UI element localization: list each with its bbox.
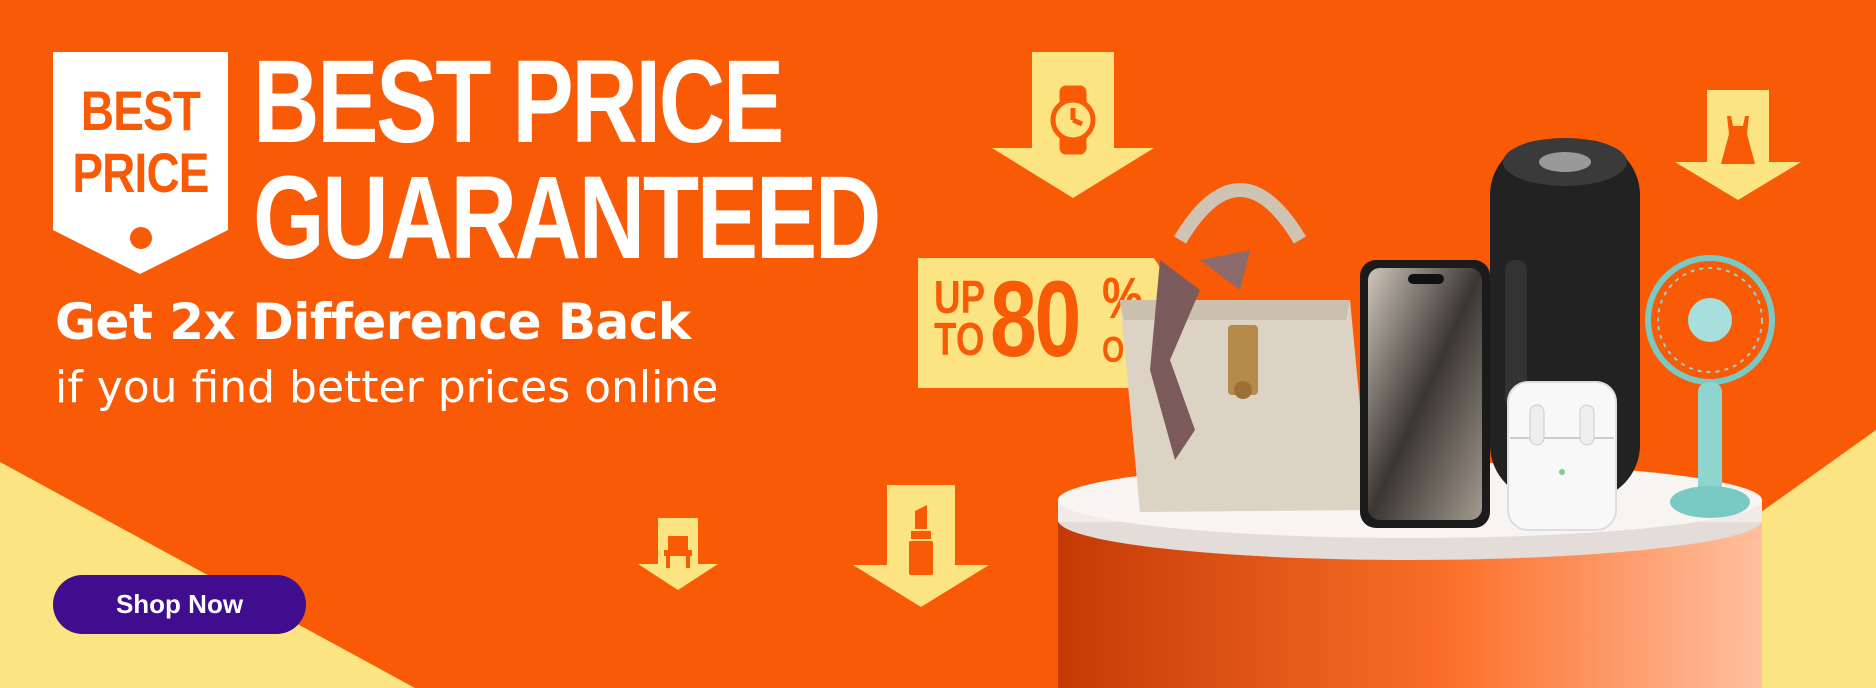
promo-banner: BEST PRICE BEST PRICE GUARANTEED Get 2x … [0,0,1876,688]
discount-up: UP [934,271,986,323]
discount-up-to: UP TO [934,271,986,365]
headline-line-2: GUARANTEED [253,152,881,284]
shop-now-button[interactable]: Shop Now [53,575,306,634]
subheadline: Get 2x Difference Back [55,293,691,351]
badge-text: BEST PRICE [69,80,213,204]
badge-line-1: BEST [80,79,201,142]
headline-line-1: BEST PRICE [253,36,784,168]
products-display [1058,138,1775,688]
headline: BEST PRICE GUARANTEED [253,36,881,284]
best-price-badge: BEST PRICE [53,52,228,276]
handbag-image [1120,183,1370,512]
smartphone-image [1360,260,1490,528]
lipstick-icon [853,485,989,607]
badge-line-2: PRICE [72,141,209,204]
chair-icon [638,518,718,590]
tagline: if you find better prices online [55,362,719,413]
discount-to: TO [934,313,985,365]
earbuds-image [1507,381,1617,531]
